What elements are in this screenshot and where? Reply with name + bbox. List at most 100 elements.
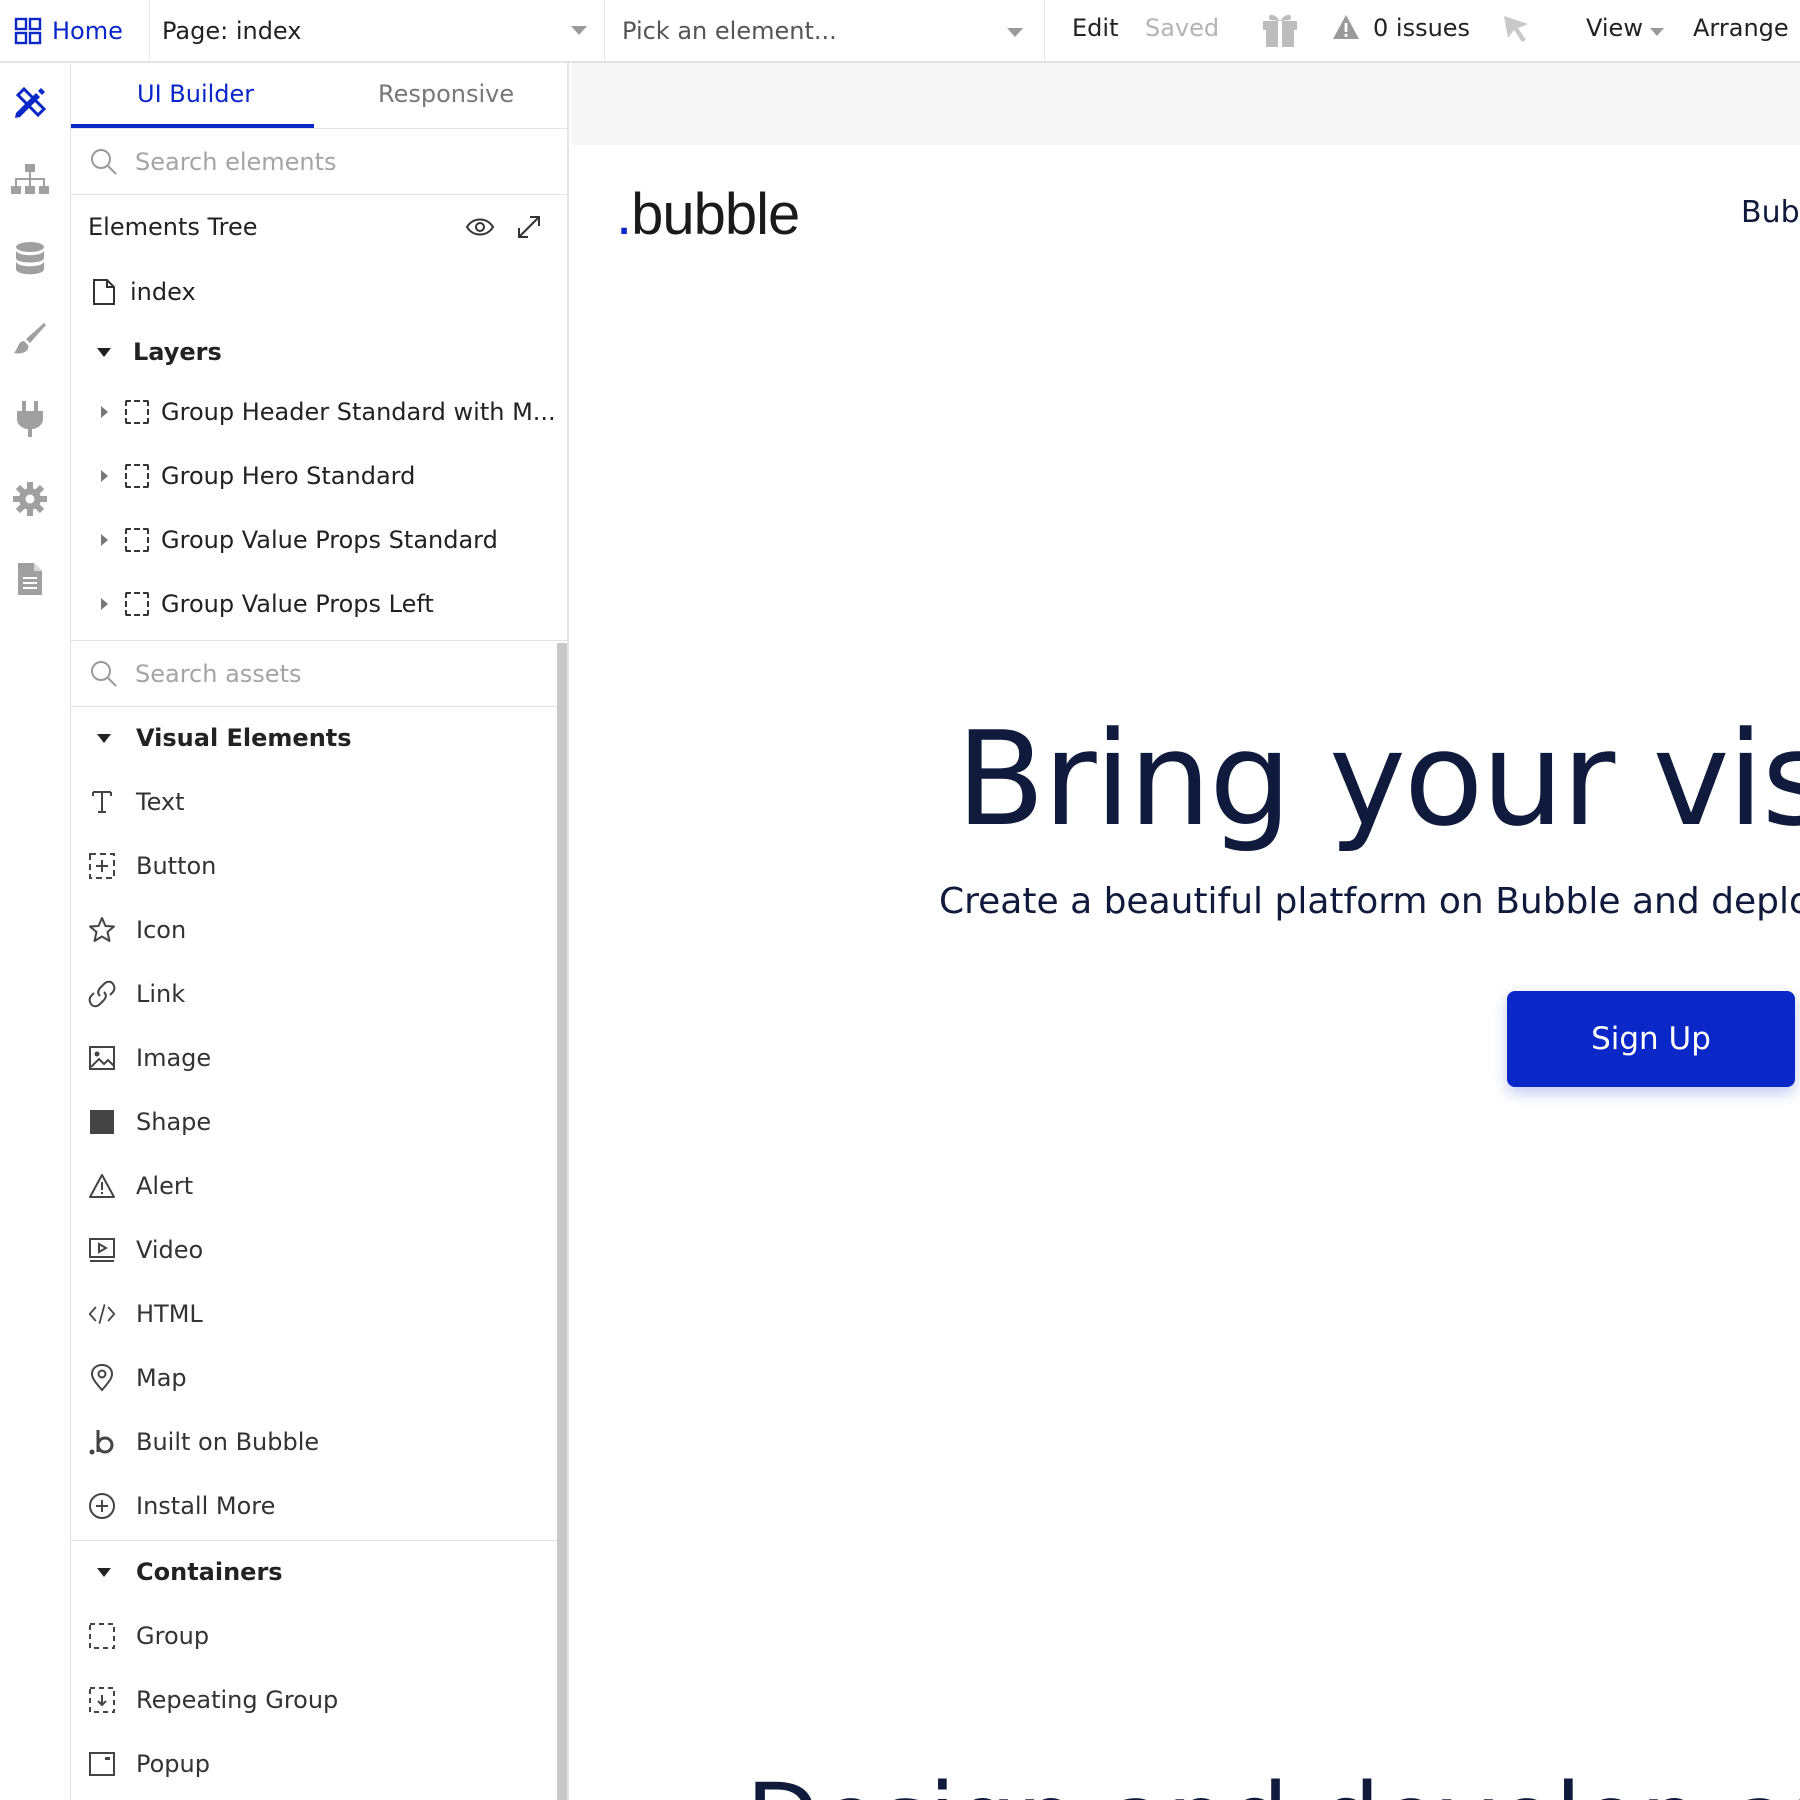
logo-text: bubble: [631, 182, 800, 247]
warning-icon[interactable]: [1332, 14, 1360, 40]
logo-dot: .: [616, 182, 632, 247]
tree-item-group[interactable]: Group Hero Standard: [71, 448, 569, 504]
search-elements-placeholder: Search elements: [135, 147, 337, 176]
visual-elements-toggle[interactable]: Visual Elements: [71, 710, 551, 766]
asset-icon[interactable]: Icon: [71, 902, 551, 958]
asset-label: Alert: [136, 1172, 194, 1200]
map-pin-icon: [88, 1364, 116, 1392]
image-icon: [88, 1044, 116, 1072]
containers-toggle[interactable]: Containers: [71, 1544, 551, 1600]
grid-icon: [14, 17, 42, 44]
asset-image[interactable]: Image: [71, 1030, 551, 1086]
star-icon: [88, 916, 116, 944]
asset-label: Repeating Group: [136, 1686, 339, 1714]
bubble-logo[interactable]: .bubble: [616, 181, 800, 248]
page-selector[interactable]: Page: index: [150, 0, 605, 61]
search-elements-input[interactable]: Search elements: [71, 129, 569, 195]
video-icon: [88, 1236, 116, 1264]
section-heading[interactable]: Design and develop and deplo: [746, 1763, 1800, 1800]
shape-icon: [88, 1108, 116, 1136]
chevron-down-icon: [571, 26, 587, 35]
expand-icon[interactable]: [515, 213, 543, 241]
icon-rail: [0, 63, 71, 1800]
asset-built-on-bubble[interactable]: Built on Bubble: [71, 1414, 551, 1470]
tree-item-group[interactable]: Group Value Props Standard: [71, 512, 569, 568]
element-picker[interactable]: Pick an element...: [605, 0, 1045, 61]
button-icon: [88, 852, 116, 880]
plus-circle-icon: [88, 1492, 116, 1520]
page-icon: [93, 279, 115, 305]
cursor-icon[interactable]: [1500, 12, 1534, 46]
search-icon: [91, 148, 117, 175]
styles-icon[interactable]: [10, 319, 50, 359]
caret-right-icon: [101, 470, 108, 482]
header-nav-text[interactable]: Bub: [1741, 195, 1800, 230]
issues-counter[interactable]: 0 issues: [1373, 14, 1470, 42]
asset-install-more[interactable]: Install More: [71, 1478, 551, 1534]
asset-map[interactable]: Map: [71, 1350, 551, 1406]
logs-icon[interactable]: [10, 559, 50, 599]
tree-item-group[interactable]: Group Header Standard with M...: [71, 384, 569, 440]
caret-right-icon: [101, 406, 108, 418]
asset-popup[interactable]: Popup: [71, 1736, 551, 1792]
asset-label: Built on Bubble: [136, 1428, 320, 1456]
gift-icon[interactable]: [1258, 8, 1302, 50]
signup-button[interactable]: Sign Up: [1507, 991, 1795, 1087]
asset-label: Popup: [136, 1750, 210, 1778]
group-icon: [125, 528, 149, 552]
edit-menu[interactable]: Edit: [1072, 14, 1118, 42]
divider: [71, 1540, 557, 1541]
eye-icon[interactable]: [465, 215, 495, 239]
editor-canvas[interactable]: .bubble Bub Bring your visi Create a bea…: [571, 63, 1800, 1800]
asset-label: Button: [136, 852, 217, 880]
search-assets-input[interactable]: Search assets: [71, 641, 557, 707]
tree-layers-toggle[interactable]: Layers: [71, 324, 569, 380]
tree-item-page[interactable]: index: [71, 264, 569, 320]
asset-link[interactable]: Link: [71, 966, 551, 1022]
settings-icon[interactable]: [10, 479, 50, 519]
layers-label: Layers: [133, 338, 222, 366]
tree-item-label: Group Value Props Standard: [161, 526, 498, 554]
arrange-menu[interactable]: Arrange: [1693, 14, 1789, 42]
asset-repeating-group[interactable]: Repeating Group: [71, 1672, 551, 1728]
tree-item-page-label: index: [130, 278, 196, 306]
tab-responsive[interactable]: Responsive: [378, 80, 514, 108]
alert-icon: [88, 1172, 116, 1200]
tree-item-group[interactable]: Group Value Props Left: [71, 576, 569, 632]
tree-item-label: Group Header Standard with M...: [161, 398, 556, 426]
hero-title[interactable]: Bring your visi: [956, 703, 1800, 855]
caret-down-icon: [97, 1568, 111, 1577]
tab-ui-builder[interactable]: UI Builder: [137, 80, 254, 108]
tree-item-label: Group Value Props Left: [161, 590, 434, 618]
page-label: Page: index: [162, 16, 302, 45]
asset-text[interactable]: Text: [71, 774, 551, 830]
asset-label: Icon: [136, 916, 187, 944]
bubble-icon: [88, 1428, 116, 1456]
panel-scrollbar[interactable]: [557, 643, 567, 1800]
home-button[interactable]: Home: [0, 0, 150, 61]
asset-video[interactable]: Video: [71, 1222, 551, 1278]
asset-group[interactable]: Group: [71, 1608, 551, 1664]
asset-alert[interactable]: Alert: [71, 1158, 551, 1214]
hero-subtitle[interactable]: Create a beautiful platform on Bubble an…: [939, 881, 1800, 922]
asset-shape[interactable]: Shape: [71, 1094, 551, 1150]
elements-tree-header: Elements Tree: [71, 195, 569, 261]
asset-label: Video: [136, 1236, 204, 1264]
canvas-top-margin: [571, 63, 1800, 145]
caret-right-icon: [101, 598, 108, 610]
containers-label: Containers: [136, 1558, 283, 1586]
chevron-down-icon: [1650, 28, 1664, 36]
code-icon: [88, 1300, 116, 1328]
text-icon: [88, 788, 116, 816]
asset-button[interactable]: Button: [71, 838, 551, 894]
plugins-icon[interactable]: [10, 399, 50, 439]
active-tab-indicator: [71, 124, 314, 128]
workflow-icon[interactable]: [10, 159, 50, 199]
design-icon[interactable]: [10, 83, 50, 123]
caret-down-icon: [97, 734, 111, 743]
data-icon[interactable]: [10, 239, 50, 279]
asset-html[interactable]: HTML: [71, 1286, 551, 1342]
group-icon: [125, 592, 149, 616]
group-icon: [125, 400, 149, 424]
repeating-group-icon: [88, 1686, 116, 1714]
